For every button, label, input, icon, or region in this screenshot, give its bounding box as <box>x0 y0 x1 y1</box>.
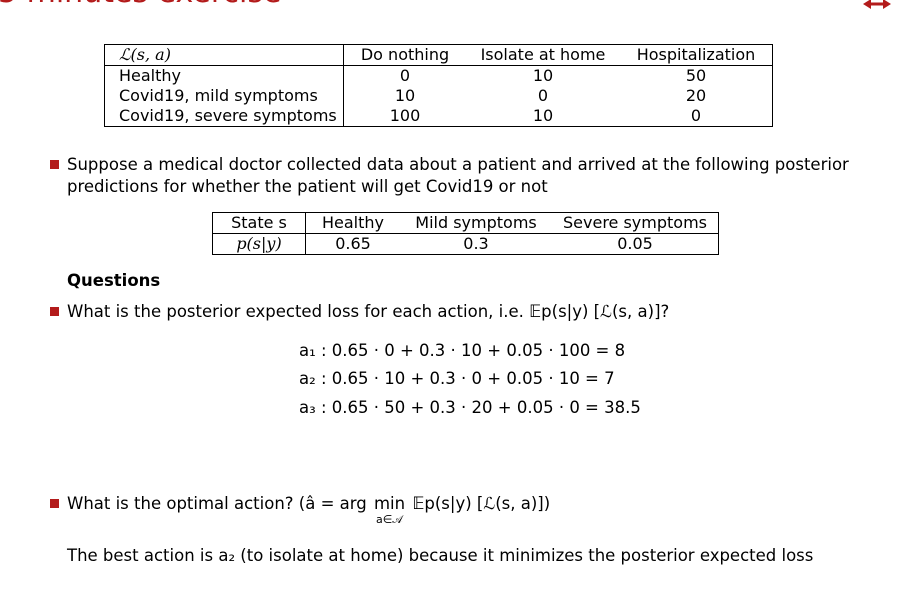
table-cell: 0 <box>537 86 549 105</box>
posterior-table-header-row: State s Healthy Mild symptoms Severe sym… <box>212 212 719 234</box>
table-cell: 10 <box>532 66 554 85</box>
answer-text: The best action is a₂ (to isolate at hom… <box>67 546 814 565</box>
posterior-table: State s Healthy Mild symptoms Severe sym… <box>212 212 719 255</box>
posterior-table-col-header: Severe symptoms <box>552 212 719 234</box>
question-text: What is the posterior expected loss for … <box>67 302 670 321</box>
state-label: Covid19, severe symptoms <box>119 106 337 125</box>
state-label: Covid19, mild symptoms <box>119 86 318 105</box>
bullet-marker <box>50 307 59 316</box>
table-cell: 0 <box>343 65 466 86</box>
bullet-marker <box>50 499 59 508</box>
argmin-subscript: a∈𝒜 <box>375 513 403 526</box>
bullet-marker <box>50 160 59 169</box>
table-cell: 100 <box>343 106 466 127</box>
posterior-table-col-header: State s <box>212 212 306 234</box>
loss-table-col-header: Hospitalization <box>620 44 773 66</box>
table-cell: 20 <box>685 86 707 105</box>
equation-line: a₃ : 0.65 · 50 + 0.3 · 20 + 0.05 · 0 = 3… <box>299 398 641 417</box>
table-cell: 10 <box>343 86 466 106</box>
table-cell: 0.05 <box>617 234 653 253</box>
posterior-table-col-header: Mild symptoms <box>400 212 552 234</box>
table-row: Healthy 0 10 50 <box>105 65 773 86</box>
table-row: Covid19, severe symptoms 100 10 0 <box>105 106 773 127</box>
posterior-table-col-header: Healthy <box>305 212 400 234</box>
loss-table-col-header: Isolate at home <box>466 44 620 66</box>
table-cell: 0 <box>690 106 702 125</box>
loss-table: ℒ(s, a) Do nothing Isolate at home Hospi… <box>104 44 773 127</box>
equation-line: a₂ : 0.65 · 10 + 0.3 · 0 + 0.05 · 10 = 7 <box>299 369 615 388</box>
questions-heading: Questions <box>67 271 161 290</box>
equation-line: a₁ : 0.65 · 0 + 0.3 · 10 + 0.05 · 100 = … <box>299 341 626 360</box>
loss-table-header-row: ℒ(s, a) Do nothing Isolate at home Hospi… <box>104 44 773 66</box>
loss-table-col-header: Do nothing <box>343 44 466 66</box>
loss-table-corner: ℒ(s, a) <box>104 44 344 66</box>
table-cell: 10 <box>532 106 554 125</box>
table-cell: 0.65 <box>305 233 400 255</box>
posterior-row-label: p(s|y) <box>236 234 282 253</box>
question-text: What is the optimal action? (â = arg min… <box>67 493 551 526</box>
bullet-text-line: Suppose a medical doctor collected data … <box>67 155 849 174</box>
question-suffix: 𝔼p(s|y) [ℒ(s, a)]) <box>412 494 551 513</box>
slide-title: 5 minutes exercise <box>0 0 281 8</box>
state-label: Healthy <box>119 66 182 85</box>
bullet-text-line: predictions for whether the patient will… <box>67 177 548 196</box>
table-row: p(s|y) 0.65 0.3 0.05 <box>213 233 719 255</box>
navigation-arrows-icon[interactable] <box>863 0 891 10</box>
table-cell: 50 <box>685 66 707 85</box>
question-prefix: What is the optimal action? (â = arg <box>67 494 367 513</box>
table-cell: 0.3 <box>463 234 489 253</box>
argmin-operator: min a∈𝒜 <box>374 493 405 526</box>
table-row: Covid19, mild symptoms 10 0 20 <box>105 86 773 106</box>
